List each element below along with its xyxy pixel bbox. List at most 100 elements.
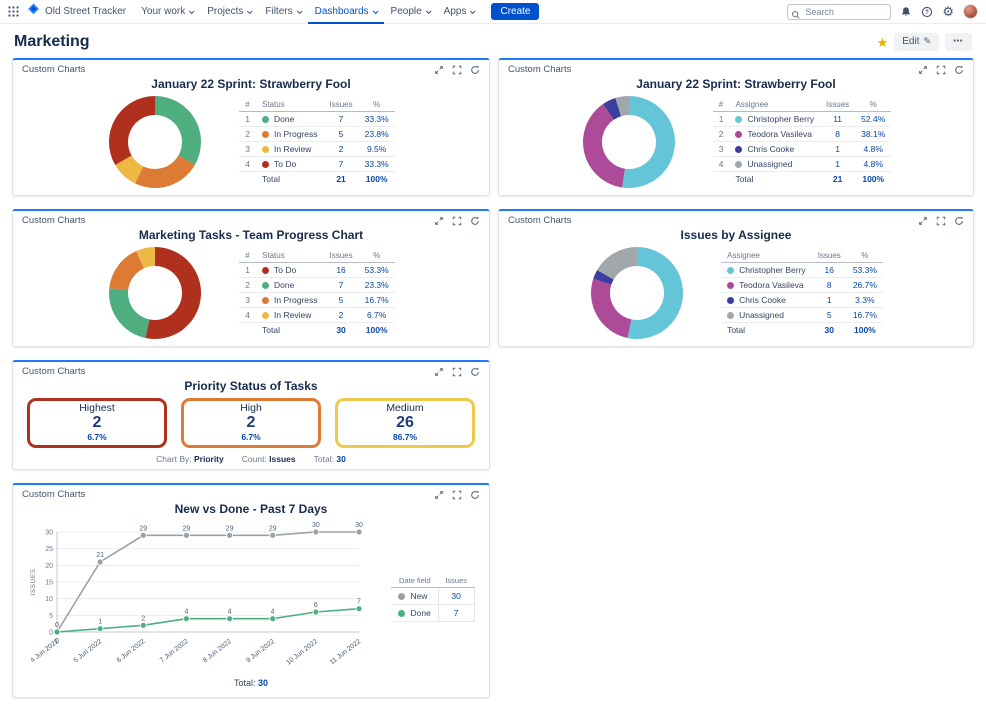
legend-row-percent[interactable]: 23.8% — [358, 126, 395, 142]
donut-segment-done[interactable] — [109, 288, 150, 338]
legend-row-issues[interactable]: 16 — [811, 262, 847, 278]
legend-row-percent[interactable]: 53.3% — [358, 262, 395, 278]
settings-gear-icon[interactable]: ⚙ — [942, 5, 954, 18]
site-home-link[interactable]: Old Street Tracker — [27, 2, 126, 21]
search-input[interactable] — [787, 3, 892, 20]
legend-row-percent[interactable]: 3.3% — [846, 292, 883, 308]
refresh-icon[interactable] — [954, 216, 964, 226]
legend-row-percent[interactable]: 6.7% — [358, 307, 395, 323]
y-tick-label: 20 — [46, 563, 54, 570]
resize-icon[interactable] — [918, 216, 928, 226]
page-actions: ★ Edit ✎ ⋯ — [877, 33, 972, 51]
legend-row-issues[interactable]: 5 — [811, 307, 847, 323]
legend-row-issues[interactable]: 7 — [323, 111, 359, 127]
point-value-label: 30 — [356, 522, 364, 529]
legend-series-total[interactable]: 7 — [437, 604, 475, 622]
resize-icon[interactable] — [434, 490, 444, 500]
legend-row-issues[interactable]: 8 — [811, 277, 847, 293]
legend-row-percent[interactable]: 26.7% — [846, 277, 883, 293]
legend-row-percent[interactable]: 38.1% — [855, 126, 892, 142]
priority-card-highest[interactable]: Highest 2 6.7% — [27, 398, 167, 449]
priority-card-high[interactable]: High 2 6.7% — [181, 398, 321, 449]
donut-segment-in-progress[interactable] — [109, 250, 145, 291]
legend-row-issues[interactable]: 2 — [323, 307, 359, 323]
legend-row-percent[interactable]: 16.7% — [358, 292, 395, 308]
fullscreen-icon[interactable] — [936, 65, 946, 75]
legend-row-index: 1 — [239, 262, 257, 278]
legend-row-percent[interactable]: 53.3% — [846, 262, 883, 278]
fullscreen-icon[interactable] — [452, 367, 462, 377]
fullscreen-icon[interactable] — [452, 490, 462, 500]
legend-row-issues[interactable]: 5 — [323, 292, 359, 308]
series-color-dot — [262, 311, 270, 319]
legend-row-label: Teodora Vasileva — [729, 126, 821, 142]
refresh-icon[interactable] — [470, 65, 480, 75]
legend-row-issues[interactable]: 8 — [820, 126, 856, 142]
nav-menu-filters[interactable]: Filters — [258, 0, 307, 24]
legend-row-issues[interactable]: 1 — [820, 156, 856, 172]
data-point — [356, 528, 363, 536]
priority-card-medium[interactable]: Medium 26 86.7% — [335, 398, 475, 449]
legend-row-issues[interactable]: 1 — [811, 292, 847, 308]
legend-row-issues[interactable]: 7 — [323, 277, 359, 293]
more-options-button[interactable]: ⋯ — [945, 33, 972, 51]
legend-row-label: In Progress — [256, 126, 324, 142]
legend-row-issues[interactable]: 11 — [820, 111, 856, 127]
donut-segment-done[interactable] — [155, 96, 202, 165]
legend-row-percent[interactable]: 4.8% — [855, 141, 892, 157]
donut-segment-to-do[interactable] — [109, 96, 156, 165]
legend-row-percent[interactable]: 52.4% — [855, 111, 892, 127]
nav-right-cluster: ? ⚙ — [787, 3, 978, 20]
point-value-label: 6 — [314, 602, 318, 609]
donut-segment-in-progress[interactable] — [135, 155, 196, 188]
nav-menu-your-work[interactable]: Your work — [134, 0, 200, 24]
edit-button[interactable]: Edit ✎ — [894, 33, 939, 51]
legend-row-percent[interactable]: 9.5% — [358, 141, 395, 157]
gadget-actions — [434, 367, 480, 377]
refresh-icon[interactable] — [954, 65, 964, 75]
nav-menu-apps[interactable]: Apps — [437, 0, 482, 24]
legend-row-percent[interactable]: 16.7% — [846, 307, 883, 323]
donut-segment-christopher-berry[interactable] — [621, 96, 675, 188]
user-avatar[interactable] — [963, 4, 978, 19]
resize-icon[interactable] — [434, 367, 444, 377]
fullscreen-icon[interactable] — [452, 216, 462, 226]
legend-row-issues[interactable]: 2 — [323, 141, 359, 157]
gadget-actions — [918, 216, 964, 226]
legend-row-percent[interactable]: 4.8% — [855, 156, 892, 172]
fullscreen-icon[interactable] — [452, 65, 462, 75]
line-chart-total: Total: 30 — [13, 678, 489, 688]
fullscreen-icon[interactable] — [936, 216, 946, 226]
point-value-label: 4 — [228, 609, 232, 616]
help-icon[interactable]: ? — [921, 6, 933, 18]
chart-body: Assignee Issues% Christopher Berry 16 53.3% T… — [499, 245, 973, 341]
nav-menu-people[interactable]: People — [384, 0, 437, 24]
notifications-bell-icon[interactable] — [900, 6, 912, 18]
point-value-label: 29 — [269, 525, 277, 532]
legend-row-issues[interactable]: 16 — [323, 262, 359, 278]
refresh-icon[interactable] — [470, 216, 480, 226]
donut-segment-teodora-vasileva[interactable] — [591, 278, 632, 338]
legend-header-row: # Assignee Issues% — [712, 98, 892, 112]
nav-menu-dashboards[interactable]: Dashboards — [307, 0, 384, 24]
legend-column-header: # — [712, 98, 730, 112]
legend-row-issues[interactable]: 7 — [323, 156, 359, 172]
legend-row-percent[interactable]: 23.3% — [358, 277, 395, 293]
legend-row-percent[interactable]: 33.3% — [358, 156, 395, 172]
refresh-icon[interactable] — [470, 490, 480, 500]
resize-icon[interactable] — [434, 216, 444, 226]
resize-icon[interactable] — [918, 65, 928, 75]
legend-row: New 30 — [391, 587, 475, 605]
nav-menu-projects[interactable]: Projects — [200, 0, 258, 24]
app-switcher-icon[interactable] — [8, 6, 19, 17]
legend-row-issues[interactable]: 5 — [323, 126, 359, 142]
point-value-label: 1 — [99, 619, 103, 626]
legend-row-issues[interactable]: 1 — [820, 141, 856, 157]
legend-row-index: 3 — [239, 141, 257, 157]
favorite-star-icon[interactable]: ★ — [877, 36, 889, 49]
legend-row-percent[interactable]: 33.3% — [358, 111, 395, 127]
legend-series-total[interactable]: 30 — [437, 587, 475, 605]
refresh-icon[interactable] — [470, 367, 480, 377]
create-button[interactable]: Create — [491, 3, 540, 20]
resize-icon[interactable] — [434, 65, 444, 75]
